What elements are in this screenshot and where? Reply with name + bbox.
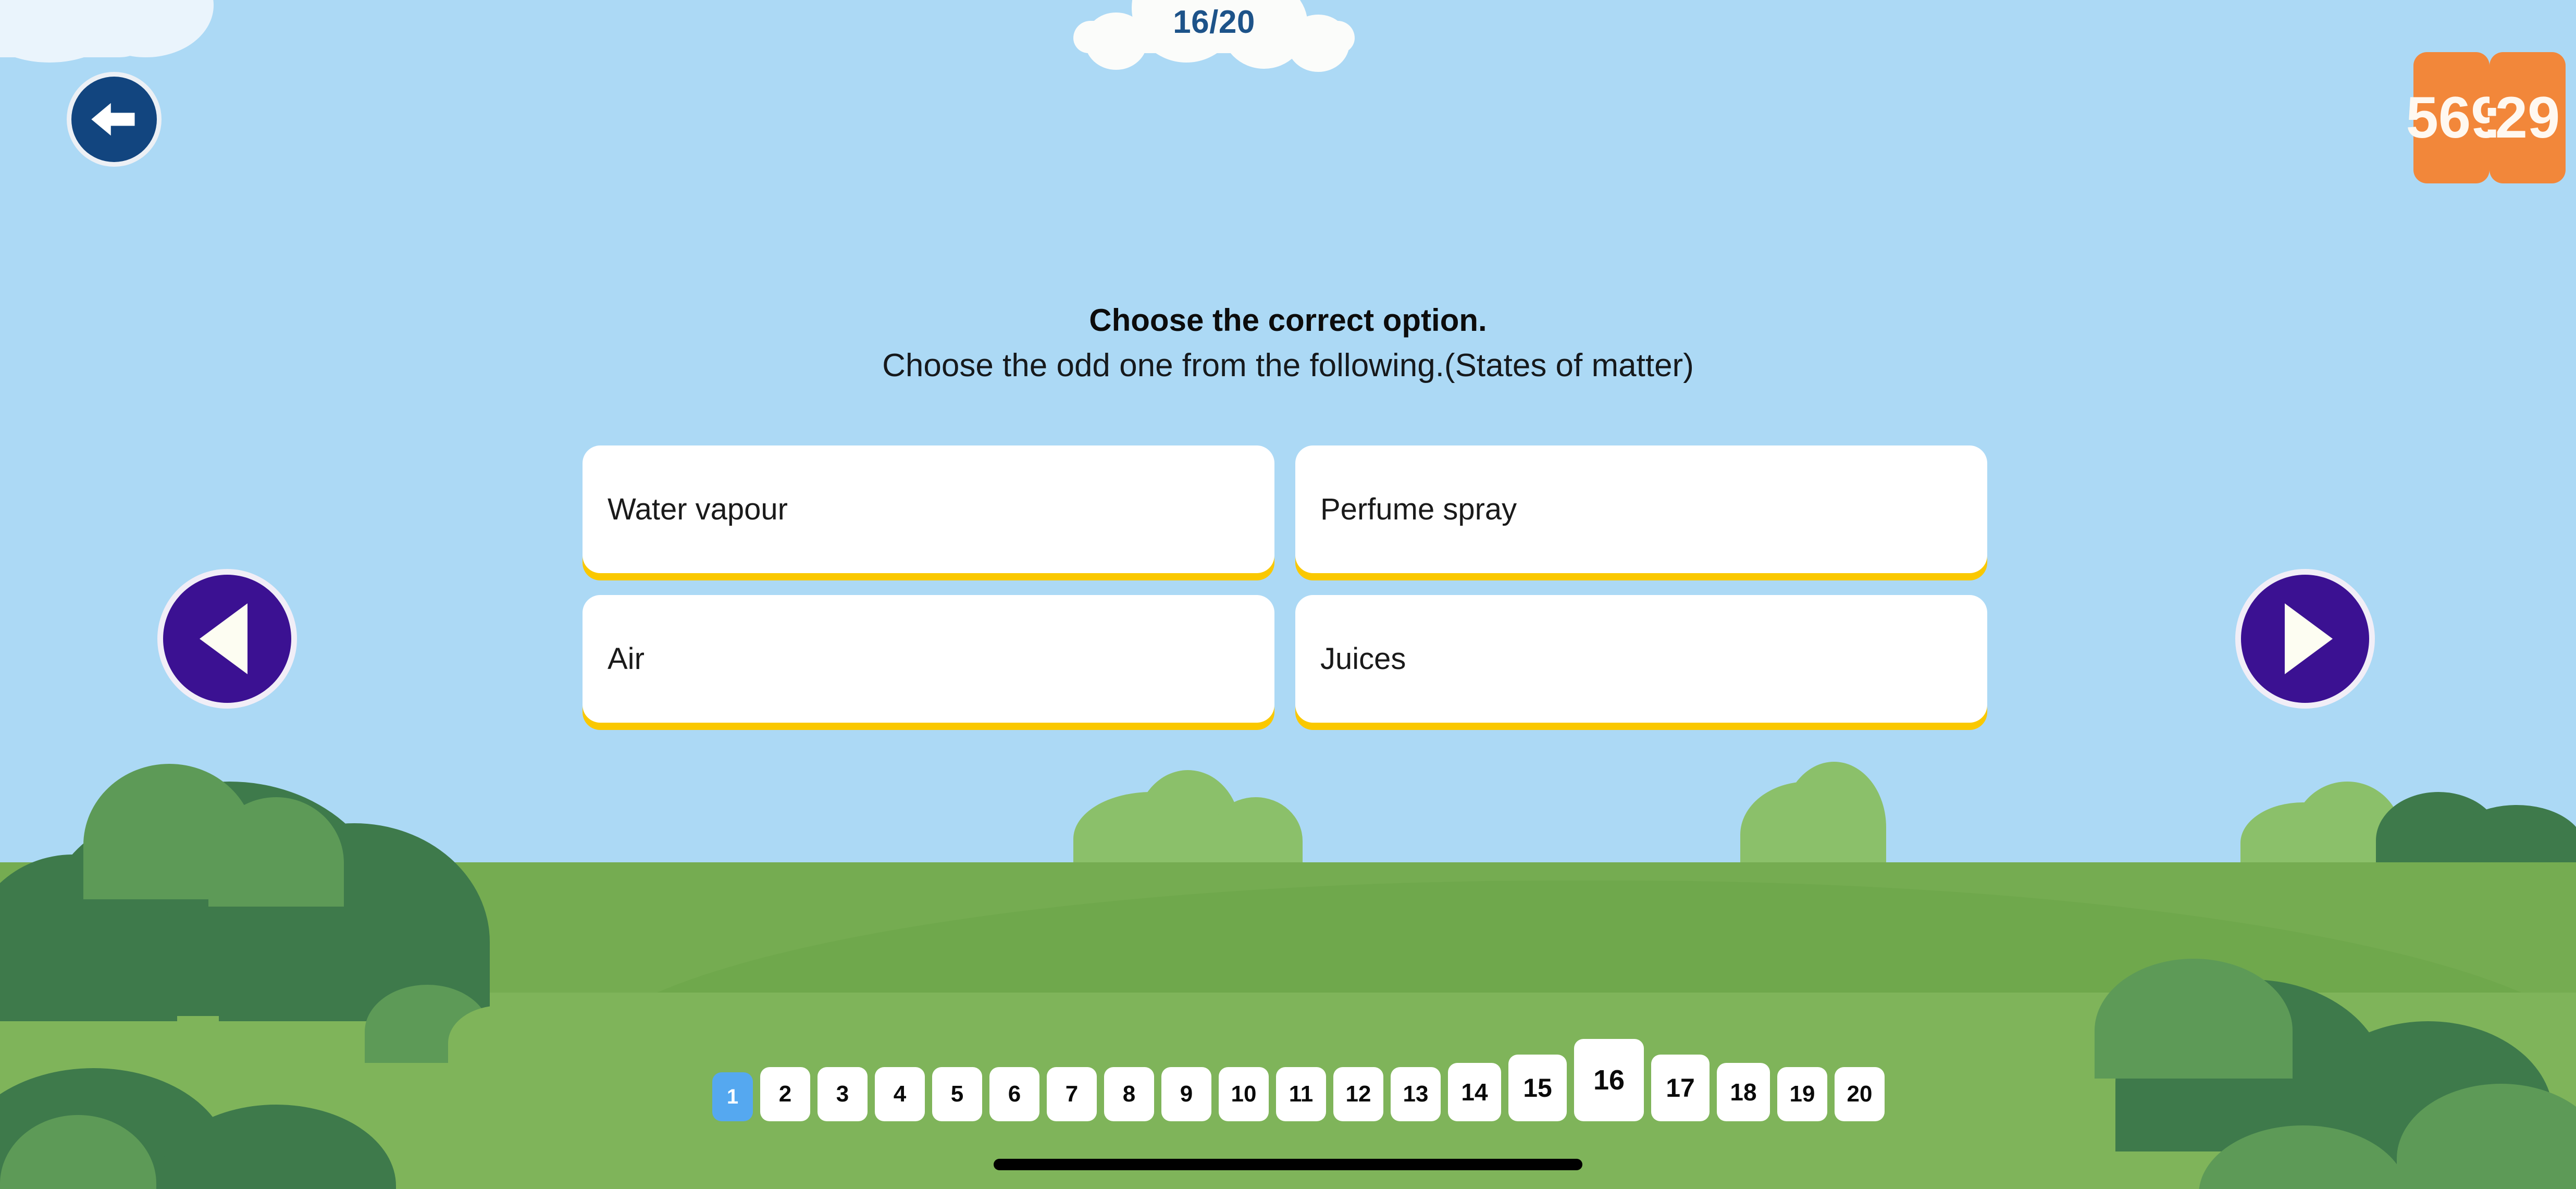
option-card[interactable]: Air xyxy=(583,595,1274,723)
option-label: Perfume spray xyxy=(1320,492,1517,526)
page-button[interactable]: 14 xyxy=(1448,1063,1501,1121)
page-button[interactable]: 8 xyxy=(1104,1067,1154,1121)
timer: 569 : 29 xyxy=(2406,52,2566,183)
sky-background xyxy=(0,0,2576,886)
option-label: Juices xyxy=(1320,642,1406,676)
timer-separator: : xyxy=(2482,85,2502,150)
home-indicator xyxy=(994,1159,1582,1170)
page-button[interactable]: 6 xyxy=(989,1067,1039,1121)
question-area: Choose the correct option. Choose the od… xyxy=(0,302,2576,386)
page-button[interactable]: 16 xyxy=(1574,1039,1644,1121)
option-card[interactable]: Water vapour xyxy=(583,445,1274,573)
page-button[interactable]: 11 xyxy=(1276,1067,1326,1121)
page-button[interactable]: 15 xyxy=(1508,1055,1567,1121)
option-label: Air xyxy=(608,642,645,676)
page-button[interactable]: 4 xyxy=(875,1067,925,1121)
page-button[interactable]: 17 xyxy=(1651,1055,1710,1121)
timer-minutes-value: 29 xyxy=(2495,85,2560,150)
page-button[interactable]: 18 xyxy=(1717,1063,1770,1121)
arrow-left-icon xyxy=(87,92,141,146)
progress-text: 16/20 xyxy=(1173,4,1255,40)
next-question-button[interactable] xyxy=(2235,569,2375,709)
page-button[interactable]: 13 xyxy=(1391,1067,1441,1121)
page-button[interactable]: 19 xyxy=(1777,1067,1827,1121)
progress-indicator: 16/20 xyxy=(1073,0,1355,72)
page-button[interactable]: 12 xyxy=(1333,1067,1383,1121)
page-button[interactable]: 9 xyxy=(1161,1067,1211,1121)
page-button[interactable]: 1 xyxy=(712,1072,753,1121)
back-button[interactable] xyxy=(67,72,162,167)
option-card[interactable]: Perfume spray xyxy=(1295,445,1987,573)
options-grid: Water vapour Perfume spray Air Juices xyxy=(583,445,1987,723)
timer-hours-box: 569 xyxy=(2406,52,2503,183)
question-prompt: Choose the correct option. xyxy=(1089,303,1487,338)
quiz-screen: 16/20 569 : 29 Choose the correct option… xyxy=(0,0,2576,1189)
page-button[interactable]: 10 xyxy=(1219,1067,1269,1121)
option-label: Water vapour xyxy=(608,492,788,526)
option-card[interactable]: Juices xyxy=(1295,595,1987,723)
triangle-right-icon xyxy=(2285,603,2333,674)
page-button[interactable]: 2 xyxy=(760,1067,810,1121)
page-button[interactable]: 7 xyxy=(1047,1067,1097,1121)
question-text: Choose the odd one from the following.(S… xyxy=(882,348,1694,383)
page-button[interactable]: 3 xyxy=(818,1067,868,1121)
previous-question-button[interactable] xyxy=(157,569,297,709)
pagination-bar[interactable]: 1 2 3 4 5 6 7 8 9 10 11 12 13 14 15 16 17 18 19 20 xyxy=(0,1039,2576,1121)
page-button[interactable]: 20 xyxy=(1835,1067,1885,1121)
page-button[interactable]: 5 xyxy=(932,1067,982,1121)
triangle-left-icon xyxy=(200,603,247,674)
corner-cloud-icon xyxy=(0,0,156,57)
